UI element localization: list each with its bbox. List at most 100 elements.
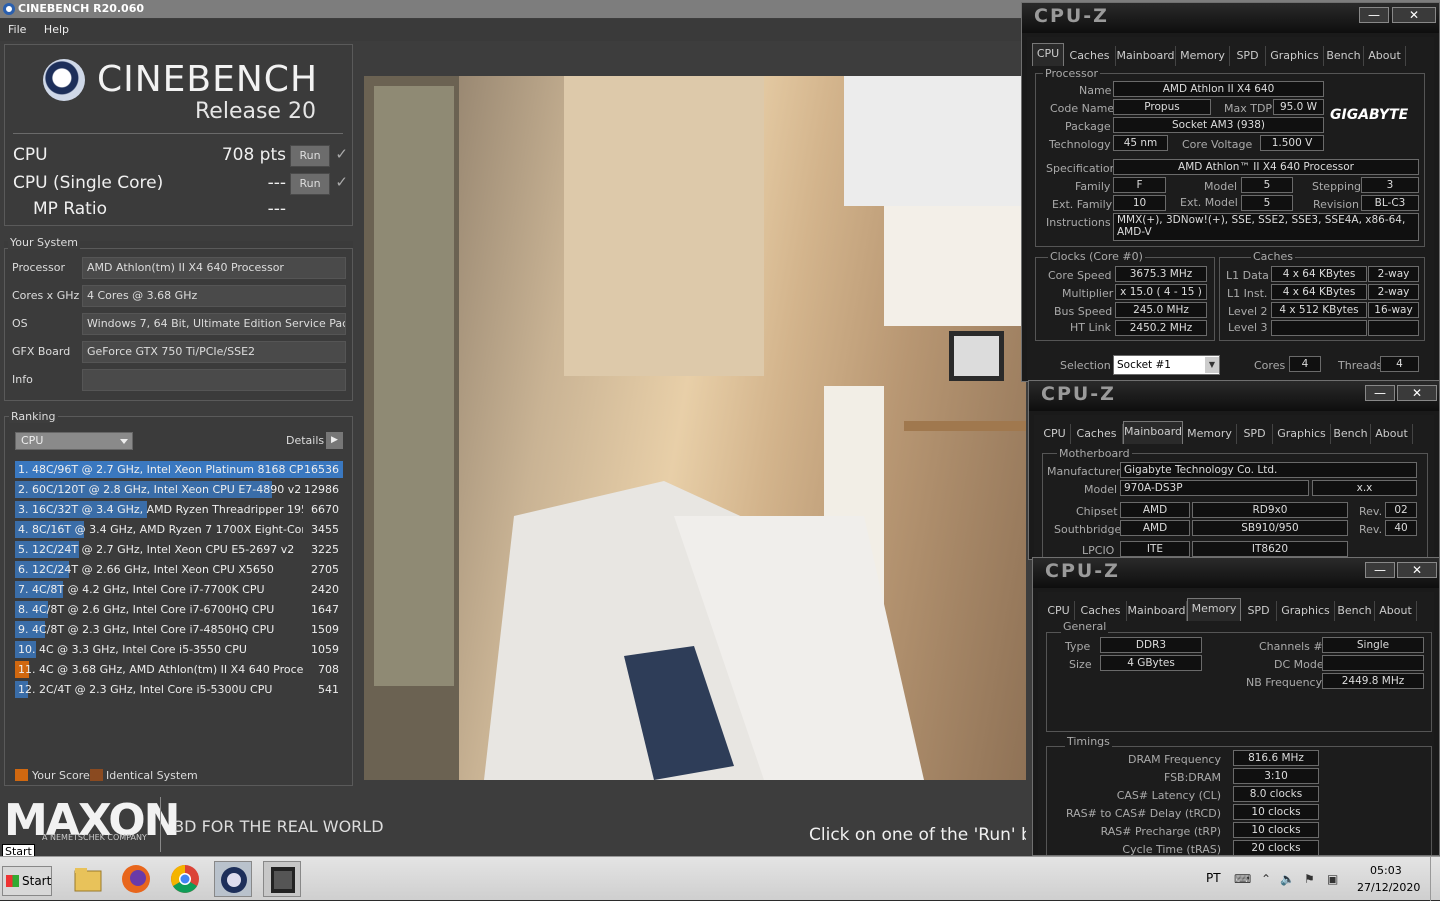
tab-spd[interactable]: SPD bbox=[1230, 46, 1266, 66]
legend-your-score: Your Score bbox=[32, 769, 90, 782]
ranking-row[interactable]: 12. 2C/4T @ 2.3 GHz, Intel Core i5-5300U… bbox=[15, 680, 343, 699]
chrome-icon[interactable] bbox=[166, 861, 204, 897]
ranking-row[interactable]: 1. 48C/96T @ 2.7 GHz, Intel Xeon Platinu… bbox=[15, 460, 343, 479]
tab-caches[interactable]: Caches bbox=[1071, 424, 1123, 444]
table bbox=[904, 421, 1026, 431]
timing-label: Cycle Time (tRAS) bbox=[1122, 843, 1221, 856]
tab-graphics[interactable]: Graphics bbox=[1277, 601, 1335, 621]
tab-cpu[interactable]: CPU bbox=[1043, 601, 1075, 621]
corevoltage-label: Core Voltage bbox=[1182, 138, 1253, 151]
technology-label: Technology bbox=[1049, 138, 1111, 151]
htlink-value: 2450.2 MHz bbox=[1115, 320, 1207, 336]
start-button[interactable]: Start bbox=[2, 866, 52, 896]
close-button[interactable]: ✕ bbox=[1397, 385, 1437, 401]
multiplier-label: Multiplier bbox=[1062, 287, 1114, 300]
display-icon[interactable]: ▣ bbox=[1327, 872, 1341, 886]
explorer-icon[interactable] bbox=[68, 861, 106, 897]
socket-select[interactable]: Socket #1 ▼ bbox=[1113, 355, 1220, 375]
tab-mainboard[interactable]: Mainboard bbox=[1127, 601, 1187, 621]
run-cpu-button[interactable]: Run bbox=[290, 145, 330, 167]
minimize-button[interactable]: — bbox=[1365, 562, 1395, 578]
tab-about[interactable]: About bbox=[1371, 424, 1413, 444]
tab-memory[interactable]: Memory bbox=[1176, 46, 1230, 66]
system-value[interactable]: Windows 7, 64 Bit, Ultimate Edition Serv… bbox=[82, 313, 346, 335]
cinebench-app-icon bbox=[3, 3, 15, 15]
extmodel-value: 5 bbox=[1241, 195, 1293, 211]
dcmode-label: DC Mode bbox=[1274, 658, 1324, 671]
language-indicator[interactable]: PT bbox=[1206, 871, 1221, 885]
ranking-row[interactable]: 8. 4C/8T @ 2.6 GHz, Intel Core i7-6700HQ… bbox=[15, 600, 343, 619]
system-value[interactable]: AMD Athlon(tm) II X4 640 Processor bbox=[82, 257, 346, 279]
system-value[interactable]: 4 Cores @ 3.68 GHz bbox=[82, 285, 346, 307]
ranking-row[interactable]: 6. 12C/24T @ 2.66 GHz, Intel Xeon CPU X5… bbox=[15, 560, 343, 579]
ranking-row[interactable]: 4. 8C/16T @ 3.4 GHz, AMD Ryzen 7 1700X E… bbox=[15, 520, 343, 539]
tab-memory[interactable]: Memory bbox=[1187, 598, 1241, 621]
firefox-icon[interactable] bbox=[117, 861, 155, 897]
tab-about[interactable]: About bbox=[1364, 46, 1406, 66]
tab-mainboard[interactable]: Mainboard bbox=[1116, 46, 1176, 66]
clocks-title: Clocks (Core #0) bbox=[1048, 250, 1145, 263]
ranking-row[interactable]: 11. 4C @ 3.68 GHz, AMD Athlon(tm) II X4 … bbox=[15, 660, 343, 679]
menu-file[interactable]: File bbox=[8, 23, 26, 36]
network-icon[interactable]: ⚑ bbox=[1304, 872, 1318, 886]
tab-caches[interactable]: Caches bbox=[1064, 46, 1116, 66]
spec-value: AMD Athlon™ II X4 640 Processor bbox=[1113, 159, 1419, 175]
clock-date[interactable]: 27/12/2020 bbox=[1357, 881, 1420, 894]
ranking-type-select[interactable]: CPU bbox=[15, 432, 133, 450]
model-revision: x.x bbox=[1312, 480, 1417, 496]
show-hidden-icons-icon[interactable]: ⌃ bbox=[1261, 872, 1275, 886]
tab-about[interactable]: About bbox=[1375, 601, 1417, 621]
cpuz-body: CPU Caches Mainboard Memory SPD Graphics… bbox=[1027, 37, 1434, 381]
minimize-button[interactable]: — bbox=[1365, 385, 1395, 401]
info-field[interactable] bbox=[82, 369, 346, 391]
system-value[interactable]: GeForce GTX 750 Ti/PCIe/SSE2 bbox=[82, 341, 346, 363]
show-desktop-button[interactable] bbox=[1430, 857, 1440, 901]
tab-cpu[interactable]: CPU bbox=[1039, 424, 1071, 444]
tab-caches[interactable]: Caches bbox=[1075, 601, 1127, 621]
multiplier-value: x 15.0 ( 4 - 15 ) bbox=[1115, 284, 1207, 300]
tab-bench[interactable]: Bench bbox=[1324, 46, 1364, 66]
checkbox-icon[interactable]: ✓ bbox=[335, 145, 348, 163]
southbridge-rev-value: 40 bbox=[1385, 520, 1417, 536]
cinebench-icon[interactable] bbox=[214, 861, 252, 897]
menu-help[interactable]: Help bbox=[44, 23, 69, 36]
ranking-score: 1647 bbox=[311, 603, 339, 616]
codename-label: Code Name bbox=[1050, 102, 1115, 115]
score-value: --- bbox=[267, 199, 286, 219]
tab-cpu[interactable]: CPU bbox=[1032, 43, 1064, 66]
tab-bench[interactable]: Bench bbox=[1335, 601, 1375, 621]
ranking-row[interactable]: 3. 16C/32T @ 3.4 GHz, AMD Ryzen Threadri… bbox=[15, 500, 343, 519]
tab-spd[interactable]: SPD bbox=[1241, 601, 1277, 621]
tab-graphics[interactable]: Graphics bbox=[1273, 424, 1331, 444]
close-button[interactable]: ✕ bbox=[1392, 7, 1436, 23]
details-label: Details bbox=[286, 434, 325, 447]
l1inst-label: L1 Inst. bbox=[1227, 287, 1268, 300]
checkbox-icon[interactable]: ✓ bbox=[335, 173, 348, 191]
ranking-row[interactable]: 9. 4C/8T @ 2.3 GHz, Intel Core i7-4850HQ… bbox=[15, 620, 343, 639]
window-title: CINEBENCH R20.060 bbox=[18, 2, 145, 15]
l1data-label: L1 Data bbox=[1226, 269, 1269, 282]
tab-spd[interactable]: SPD bbox=[1237, 424, 1273, 444]
ranking-row[interactable]: 2. 60C/120T @ 2.8 GHz, Intel Xeon CPU E7… bbox=[15, 480, 343, 499]
tab-mainboard[interactable]: Mainboard bbox=[1123, 421, 1183, 444]
chipset-vendor: AMD bbox=[1120, 502, 1190, 518]
gpuz-icon[interactable] bbox=[263, 861, 301, 897]
keyboard-icon[interactable]: ⌨ bbox=[1234, 872, 1251, 886]
stepping-value: 3 bbox=[1361, 177, 1419, 193]
legend-identical-system: Identical System bbox=[106, 769, 198, 782]
tab-graphics[interactable]: Graphics bbox=[1266, 46, 1324, 66]
ranking-row[interactable]: 5. 12C/24T @ 2.7 GHz, Intel Xeon CPU E5-… bbox=[15, 540, 343, 559]
tab-bench[interactable]: Bench bbox=[1331, 424, 1371, 444]
minimize-button[interactable]: — bbox=[1359, 7, 1389, 23]
clock-time[interactable]: 05:03 bbox=[1370, 864, 1402, 877]
close-button[interactable]: ✕ bbox=[1397, 562, 1437, 578]
details-button[interactable]: ▶ bbox=[326, 432, 343, 449]
ranking-row[interactable]: 10. 4C @ 3.3 GHz, Intel Core i5-3550 CPU… bbox=[15, 640, 343, 659]
volume-icon[interactable]: 🔈 bbox=[1280, 872, 1295, 886]
tab-memory[interactable]: Memory bbox=[1183, 424, 1237, 444]
run-single-core-button[interactable]: Run bbox=[290, 173, 330, 195]
ranking-row[interactable]: 7. 4C/8T @ 4.2 GHz, Intel Core i7-7700K … bbox=[15, 580, 343, 599]
threads-value: 4 bbox=[1380, 356, 1419, 372]
l1data-way: 2-way bbox=[1368, 266, 1419, 282]
cpuz-titlebar: CPU-Z — ✕ bbox=[1033, 558, 1439, 588]
